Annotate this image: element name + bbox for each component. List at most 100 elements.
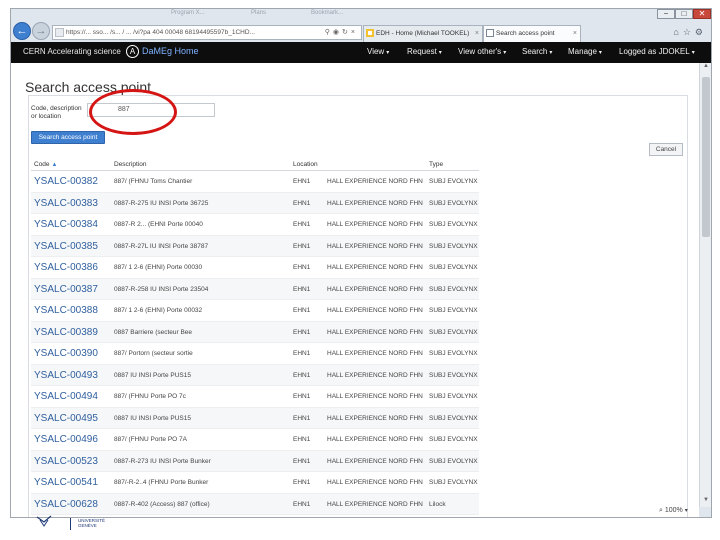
- row-location-code: EHN1: [293, 414, 311, 422]
- footer-text: UNIVERSITÉ GENÈVE: [78, 518, 106, 528]
- table-row[interactable]: YSALC-00496 887/ (FHNU Porte PO 7A EHN1 HAL…: [31, 429, 479, 451]
- refresh-icon[interactable]: ↻: [342, 29, 351, 36]
- row-type: SUBJ EVOLYNX: [429, 307, 478, 314]
- row-code-link[interactable]: YSALC-00390: [34, 343, 112, 364]
- zoom-level: 100%: [664, 507, 683, 514]
- table-row[interactable]: YSALC-00389 0887 Barriere (secteur Bee EHN…: [31, 321, 479, 343]
- row-code-link[interactable]: YSALC-00495: [34, 408, 112, 429]
- lock-icon[interactable]: ◉: [333, 29, 342, 36]
- minimize-button[interactable]: −: [657, 9, 675, 19]
- table-row[interactable]: YSALC-00388 887/ 1 2-6 (EHNI) Porte 00032…: [31, 300, 479, 322]
- menu-search[interactable]: Search ▾: [522, 47, 552, 56]
- forward-arrow-icon[interactable]: →: [32, 22, 50, 40]
- table-row[interactable]: YSALC-00390 887/ Portorn (secteur sortie E…: [31, 343, 479, 365]
- menu-request[interactable]: Request ▾: [407, 47, 442, 56]
- row-code-link[interactable]: YSALC-00389: [34, 322, 112, 343]
- row-code-link[interactable]: YSALC-00388: [34, 300, 112, 321]
- ghost-tab-label: Program X...: [171, 10, 205, 16]
- tab-close-icon[interactable]: ×: [573, 26, 577, 41]
- row-location-code: EHN1: [293, 307, 311, 314]
- row-description: 887/ Portorn (secteur sortie: [114, 350, 193, 357]
- row-code-link[interactable]: YSALC-00382: [34, 171, 112, 192]
- star-icon[interactable]: ☆: [683, 27, 695, 37]
- row-description: 0887 IU INSI Porte PUS15: [114, 371, 191, 379]
- menu-view[interactable]: View ▾: [367, 47, 389, 56]
- menu-view-others[interactable]: View other's ▾: [458, 47, 506, 56]
- close-icon[interactable]: ×: [351, 29, 358, 36]
- table-row[interactable]: YSALC-00384 0887-R 2... (EHNI Porte 00040…: [31, 214, 479, 236]
- chevron-down-icon: ▾: [684, 508, 688, 514]
- scrollbar-thumb[interactable]: [702, 77, 710, 237]
- browser-window: Program X... Plans Bookmark... − □ ✕ ← →…: [10, 8, 712, 518]
- home-icon[interactable]: ⌂: [673, 27, 682, 37]
- table-row[interactable]: YSALC-00387 0887-R-258 IU INSI Porte 2350…: [31, 278, 479, 300]
- menu-manage[interactable]: Manage ▾: [568, 47, 602, 56]
- app-name-link[interactable]: DaMEg Home: [142, 46, 199, 56]
- vertical-scrollbar[interactable]: ▲ ▼: [699, 63, 711, 507]
- tab-close-icon[interactable]: ×: [475, 26, 479, 41]
- row-description: 887/ (FHNU Porte PO 7c: [114, 393, 186, 400]
- tab-search-access-point[interactable]: Search access point ×: [483, 25, 581, 42]
- column-header-description[interactable]: Description: [114, 161, 147, 168]
- table-row[interactable]: YSALC-00523 0887-R-273 IU INSI Porte Bunk…: [31, 450, 479, 472]
- chevron-down-icon: ▾: [691, 50, 695, 56]
- scroll-down-icon[interactable]: ▼: [700, 497, 711, 507]
- table-row[interactable]: YSALC-00385 0887-R-27L IU INSI Porte 3878…: [31, 235, 479, 257]
- table-row[interactable]: YSALC-00382 887/ (FHNU Toms Chantier EHN1 H…: [31, 171, 479, 193]
- footer-divider: [70, 518, 71, 530]
- row-code-link[interactable]: YSALC-00385: [34, 236, 112, 257]
- row-type: SUBJ EVOLYNX: [429, 393, 478, 400]
- settings-icon[interactable]: ⚙: [695, 27, 707, 37]
- table-header: Code ▲ Description Location Type: [31, 157, 479, 171]
- search-field-label: Code, description or location: [31, 105, 82, 120]
- search-icon[interactable]: ⚲: [325, 29, 333, 36]
- maximize-button[interactable]: □: [675, 9, 693, 19]
- row-location-name: HALL EXPERIENCE NORD FHN1: [327, 414, 423, 422]
- chevron-down-icon: ▾: [386, 50, 390, 56]
- row-location-code: EHN1: [293, 371, 311, 379]
- column-header-type[interactable]: Type: [429, 161, 443, 168]
- row-location-name: HALL EXPERIENCE NORD FHN1: [327, 457, 423, 465]
- row-code-link[interactable]: YSALC-00493: [34, 365, 112, 386]
- zoom-control[interactable]: ⌕ 100% ▾: [659, 507, 688, 515]
- row-type: SUBJ EVOLYNX: [429, 436, 478, 443]
- org-name[interactable]: CERN Accelerating science: [23, 47, 121, 56]
- row-code-link[interactable]: YSALC-00387: [34, 279, 112, 300]
- table-row[interactable]: YSALC-00493 0887 IU INSI Porte PUS15 EHN1 H…: [31, 364, 479, 386]
- menu-user[interactable]: Logged as JDOKEL ▾: [619, 47, 695, 56]
- table-row[interactable]: YSALC-00383 0887-R-275 IU INSI Porte 3672…: [31, 192, 479, 214]
- row-code-link[interactable]: YSALC-00496: [34, 429, 112, 450]
- row-location-name: HALL EXPERIENCE NORD FHN1: [327, 371, 423, 379]
- table-row[interactable]: YSALC-00628 0887-R-402 (Access) 887 (offi…: [31, 493, 479, 515]
- table-row[interactable]: YSALC-00541 887/-R-2..4 (FHNU Porte Bunke…: [31, 472, 479, 494]
- row-type: SUBJ EVOLYNX: [429, 221, 478, 228]
- row-description: 887/-R-2..4 (FHNU Porte Bunker: [114, 479, 209, 486]
- row-location-name: HALL EXPERIENCE NORD FHN1: [327, 221, 423, 228]
- zoom-icon: ⌕: [659, 507, 663, 514]
- column-header-location[interactable]: Location: [293, 161, 318, 168]
- back-arrow-icon[interactable]: ←: [13, 22, 31, 40]
- scroll-up-icon[interactable]: ▲: [700, 63, 711, 73]
- row-code-link[interactable]: YSALC-00628: [34, 494, 112, 515]
- row-type: SUBJ EVOLYNX: [429, 350, 478, 357]
- row-code-link[interactable]: YSALC-00383: [34, 193, 112, 214]
- table-row[interactable]: YSALC-00386 887/ 1 2-6 (EHNI) Porte 00030…: [31, 257, 479, 279]
- search-access-point-button[interactable]: Search access point: [31, 131, 105, 144]
- row-code-link[interactable]: YSALC-00523: [34, 451, 112, 472]
- address-bar[interactable]: https://... sso... /s... / ... /vi?pa 40…: [52, 25, 362, 40]
- address-bar-icons: ⚲◉↻×: [325, 26, 358, 39]
- cancel-button[interactable]: Cancel: [649, 143, 683, 156]
- row-code-link[interactable]: YSALC-00384: [34, 214, 112, 235]
- row-code-link[interactable]: YSALC-00494: [34, 386, 112, 407]
- row-location-code: EHN1: [293, 264, 311, 271]
- app-logo-icon[interactable]: A: [126, 45, 139, 58]
- row-code-link[interactable]: YSALC-00386: [34, 257, 112, 278]
- row-location-name: HALL EXPERIENCE NORD FHN1: [327, 178, 423, 185]
- tab-edh-home[interactable]: EDH - Home (Michael TOOKEL) ×: [363, 25, 483, 42]
- table-row[interactable]: YSALC-00494 887/ (FHNU Porte PO 7c EHN1 HAL…: [31, 386, 479, 408]
- row-type: SUBJ EVOLYNX: [429, 285, 478, 293]
- column-header-code[interactable]: Code ▲: [34, 161, 58, 168]
- table-row[interactable]: YSALC-00495 0887 IU INSI Porte PUS15 EHN1 H…: [31, 407, 479, 429]
- row-code-link[interactable]: YSALC-00541: [34, 472, 112, 493]
- window-close-button[interactable]: ✕: [693, 9, 711, 19]
